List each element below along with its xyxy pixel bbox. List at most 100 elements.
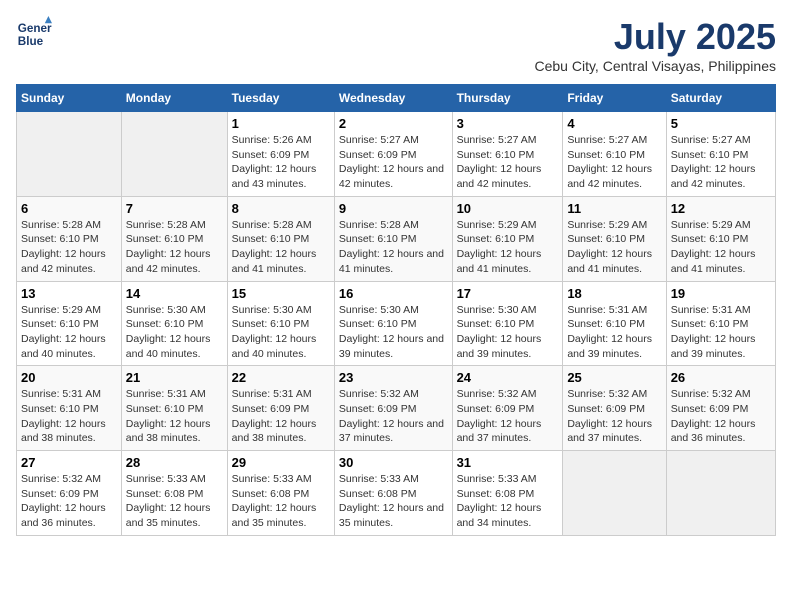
calendar-cell: 18 Sunrise: 5:31 AMSunset: 6:10 PMDayligh… bbox=[563, 281, 666, 366]
calendar-cell: 13Sunrise: 5:29 AMSunset: 6:10 PMDayligh… bbox=[17, 281, 122, 366]
day-info: Sunrise: 5:30 AMSunset: 6:10 PMDaylight:… bbox=[457, 303, 559, 362]
day-info: Sunrise: 5:28 AMSunset: 6:10 PMDaylight:… bbox=[232, 218, 330, 277]
day-info: Sunrise: 5:32 AMSunset: 6:09 PMDaylight:… bbox=[21, 472, 117, 531]
day-info: Sunrise: 5:28 AMSunset: 6:10 PMDaylight:… bbox=[126, 218, 223, 277]
day-number: 8 bbox=[232, 201, 330, 216]
day-number: 17 bbox=[457, 286, 559, 301]
calendar-table: SundayMondayTuesdayWednesdayThursdayFrid… bbox=[16, 84, 776, 536]
calendar-cell: 10 Sunrise: 5:29 AMSunset: 6:10 PMDayligh… bbox=[452, 196, 563, 281]
day-number: 6 bbox=[21, 201, 117, 216]
day-number: 22 bbox=[232, 370, 330, 385]
day-number: 29 bbox=[232, 455, 330, 470]
day-number: 12 bbox=[671, 201, 771, 216]
calendar-week-5: 27 Sunrise: 5:32 AMSunset: 6:09 PMDayligh… bbox=[17, 451, 776, 536]
day-number: 19 bbox=[671, 286, 771, 301]
header-row: SundayMondayTuesdayWednesdayThursdayFrid… bbox=[17, 85, 776, 112]
calendar-cell: 8 Sunrise: 5:28 AMSunset: 6:10 PMDaylight… bbox=[227, 196, 334, 281]
calendar-cell: 9Sunrise: 5:28 AMSunset: 6:10 PMDaylight… bbox=[334, 196, 452, 281]
day-number: 5 bbox=[671, 116, 771, 131]
logo-icon: General Blue bbox=[16, 16, 52, 52]
page-header: General Blue July 2025 Cebu City, Centra… bbox=[16, 16, 776, 74]
day-info: Sunrise: 5:29 AMSunset: 6:10 PMDaylight:… bbox=[671, 218, 771, 277]
day-info: Sunrise: 5:27 AMSunset: 6:10 PMDaylight:… bbox=[567, 133, 661, 192]
calendar-cell: 5 Sunrise: 5:27 AMSunset: 6:10 PMDaylight… bbox=[666, 112, 775, 197]
column-header-saturday: Saturday bbox=[666, 85, 775, 112]
day-number: 2 bbox=[339, 116, 448, 131]
column-header-sunday: Sunday bbox=[17, 85, 122, 112]
calendar-cell: 28 Sunrise: 5:33 AMSunset: 6:08 PMDayligh… bbox=[121, 451, 227, 536]
calendar-cell bbox=[666, 451, 775, 536]
day-info: Sunrise: 5:31 AMSunset: 6:10 PMDaylight:… bbox=[671, 303, 771, 362]
calendar-cell: 1Sunrise: 5:26 AMSunset: 6:09 PMDaylight… bbox=[227, 112, 334, 197]
day-number: 14 bbox=[126, 286, 223, 301]
day-info: Sunrise: 5:31 AMSunset: 6:09 PMDaylight:… bbox=[232, 387, 330, 446]
day-number: 10 bbox=[457, 201, 559, 216]
calendar-cell: 24 Sunrise: 5:32 AMSunset: 6:09 PMDayligh… bbox=[452, 366, 563, 451]
calendar-cell: 11 Sunrise: 5:29 AMSunset: 6:10 PMDayligh… bbox=[563, 196, 666, 281]
svg-text:Blue: Blue bbox=[18, 35, 44, 48]
day-number: 11 bbox=[567, 201, 661, 216]
day-info: Sunrise: 5:31 AMSunset: 6:10 PMDaylight:… bbox=[21, 387, 117, 446]
day-info: Sunrise: 5:32 AMSunset: 6:09 PMDaylight:… bbox=[567, 387, 661, 446]
calendar-cell bbox=[17, 112, 122, 197]
day-info: Sunrise: 5:30 AMSunset: 6:10 PMDaylight:… bbox=[126, 303, 223, 362]
day-info: Sunrise: 5:29 AMSunset: 6:10 PMDaylight:… bbox=[567, 218, 661, 277]
calendar-cell: 23 Sunrise: 5:32 AMSunset: 6:09 PMDayligh… bbox=[334, 366, 452, 451]
calendar-cell: 17 Sunrise: 5:30 AMSunset: 6:10 PMDayligh… bbox=[452, 281, 563, 366]
day-number: 18 bbox=[567, 286, 661, 301]
day-number: 4 bbox=[567, 116, 661, 131]
calendar-cell: 2 Sunrise: 5:27 AMSunset: 6:09 PMDaylight… bbox=[334, 112, 452, 197]
column-header-wednesday: Wednesday bbox=[334, 85, 452, 112]
calendar-cell: 31Sunrise: 5:33 AMSunset: 6:08 PMDayligh… bbox=[452, 451, 563, 536]
calendar-cell: 14 Sunrise: 5:30 AMSunset: 6:10 PMDayligh… bbox=[121, 281, 227, 366]
day-info: Sunrise: 5:31 AMSunset: 6:10 PMDaylight:… bbox=[567, 303, 661, 362]
day-number: 31 bbox=[457, 455, 559, 470]
main-title: July 2025 bbox=[535, 16, 777, 58]
column-header-tuesday: Tuesday bbox=[227, 85, 334, 112]
day-info: Sunrise: 5:26 AMSunset: 6:09 PMDaylight:… bbox=[232, 133, 330, 192]
day-info: Sunrise: 5:29 AMSunset: 6:10 PMDaylight:… bbox=[457, 218, 559, 277]
day-number: 24 bbox=[457, 370, 559, 385]
day-info: Sunrise: 5:32 AMSunset: 6:09 PMDaylight:… bbox=[457, 387, 559, 446]
calendar-cell: 22 Sunrise: 5:31 AMSunset: 6:09 PMDayligh… bbox=[227, 366, 334, 451]
calendar-cell bbox=[121, 112, 227, 197]
day-info: Sunrise: 5:28 AMSunset: 6:10 PMDaylight:… bbox=[21, 218, 117, 277]
column-header-friday: Friday bbox=[563, 85, 666, 112]
calendar-cell: 25 Sunrise: 5:32 AMSunset: 6:09 PMDayligh… bbox=[563, 366, 666, 451]
calendar-week-1: 1Sunrise: 5:26 AMSunset: 6:09 PMDaylight… bbox=[17, 112, 776, 197]
day-info: Sunrise: 5:32 AMSunset: 6:09 PMDaylight:… bbox=[339, 387, 448, 446]
day-info: Sunrise: 5:27 AMSunset: 6:09 PMDaylight:… bbox=[339, 133, 448, 192]
day-number: 7 bbox=[126, 201, 223, 216]
calendar-cell: 6 Sunrise: 5:28 AMSunset: 6:10 PMDaylight… bbox=[17, 196, 122, 281]
day-number: 25 bbox=[567, 370, 661, 385]
day-info: Sunrise: 5:33 AMSunset: 6:08 PMDaylight:… bbox=[126, 472, 223, 531]
day-number: 23 bbox=[339, 370, 448, 385]
column-header-monday: Monday bbox=[121, 85, 227, 112]
calendar-cell: 27 Sunrise: 5:32 AMSunset: 6:09 PMDayligh… bbox=[17, 451, 122, 536]
day-info: Sunrise: 5:30 AMSunset: 6:10 PMDaylight:… bbox=[232, 303, 330, 362]
calendar-week-2: 6 Sunrise: 5:28 AMSunset: 6:10 PMDaylight… bbox=[17, 196, 776, 281]
day-info: Sunrise: 5:33 AMSunset: 6:08 PMDaylight:… bbox=[339, 472, 448, 531]
calendar-cell: 3Sunrise: 5:27 AMSunset: 6:10 PMDaylight… bbox=[452, 112, 563, 197]
day-info: Sunrise: 5:27 AMSunset: 6:10 PMDaylight:… bbox=[671, 133, 771, 192]
calendar-cell: 7 Sunrise: 5:28 AMSunset: 6:10 PMDaylight… bbox=[121, 196, 227, 281]
day-number: 13 bbox=[21, 286, 117, 301]
calendar-week-3: 13Sunrise: 5:29 AMSunset: 6:10 PMDayligh… bbox=[17, 281, 776, 366]
calendar-cell: 15 Sunrise: 5:30 AMSunset: 6:10 PMDayligh… bbox=[227, 281, 334, 366]
calendar-cell: 16Sunrise: 5:30 AMSunset: 6:10 PMDayligh… bbox=[334, 281, 452, 366]
calendar-cell bbox=[563, 451, 666, 536]
logo: General Blue bbox=[16, 16, 52, 52]
day-number: 28 bbox=[126, 455, 223, 470]
day-number: 3 bbox=[457, 116, 559, 131]
day-number: 26 bbox=[671, 370, 771, 385]
day-number: 27 bbox=[21, 455, 117, 470]
calendar-cell: 4 Sunrise: 5:27 AMSunset: 6:10 PMDaylight… bbox=[563, 112, 666, 197]
day-number: 15 bbox=[232, 286, 330, 301]
calendar-week-4: 20 Sunrise: 5:31 AMSunset: 6:10 PMDayligh… bbox=[17, 366, 776, 451]
day-number: 30 bbox=[339, 455, 448, 470]
calendar-cell: 12 Sunrise: 5:29 AMSunset: 6:10 PMDayligh… bbox=[666, 196, 775, 281]
calendar-cell: 21Sunrise: 5:31 AMSunset: 6:10 PMDayligh… bbox=[121, 366, 227, 451]
calendar-cell: 20 Sunrise: 5:31 AMSunset: 6:10 PMDayligh… bbox=[17, 366, 122, 451]
day-number: 20 bbox=[21, 370, 117, 385]
calendar-cell: 26Sunrise: 5:32 AMSunset: 6:09 PMDayligh… bbox=[666, 366, 775, 451]
